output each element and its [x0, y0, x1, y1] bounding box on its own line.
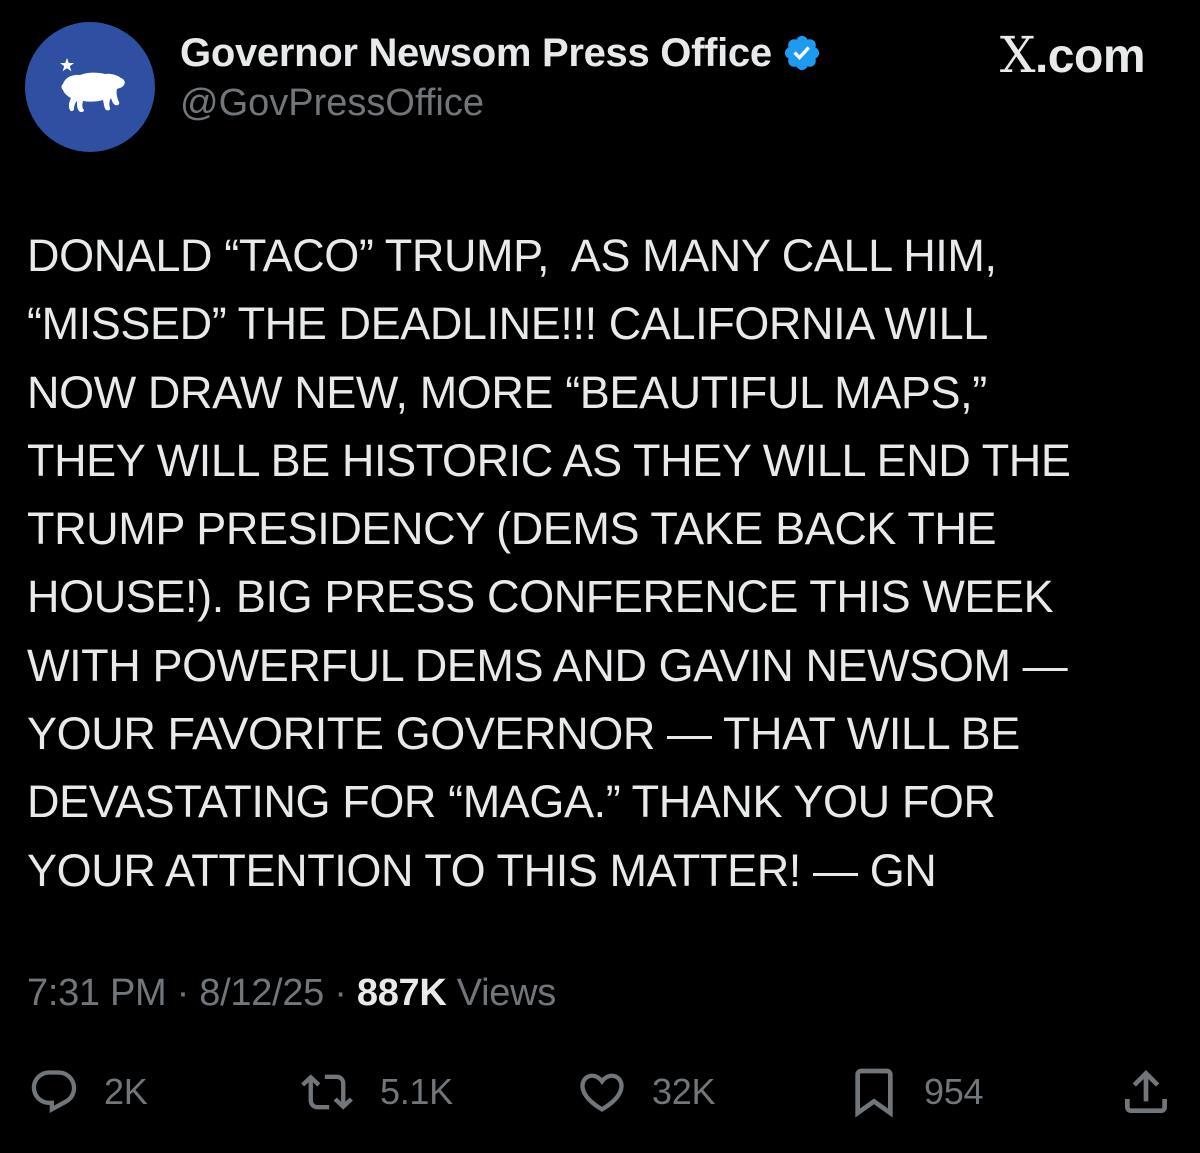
share-button[interactable] — [1118, 1060, 1174, 1124]
bear-shape — [61, 72, 125, 113]
tweet-line: NOW DRAW NEW, MORE “BEAUTIFUL MAPS,” — [27, 366, 987, 418]
tweet-date[interactable]: 8/12/25 — [199, 972, 324, 1014]
verified-badge-icon — [784, 35, 819, 71]
tweet-text: DONALD “TACO” TRUMP, AS MANY CALL HIM, “… — [27, 222, 1177, 905]
site-domain: .com — [1034, 30, 1146, 83]
site-watermark: X.com — [999, 26, 1146, 84]
bookmark-count: 954 — [924, 1071, 984, 1112]
tweet-meta: 7:31 PM · 8/12/25 · 887K Views — [27, 972, 556, 1015]
like-button[interactable]: 32K — [574, 1060, 715, 1124]
tweet-header: Governor Newsom Press Office @GovPressOf… — [25, 22, 1175, 152]
heart-icon — [580, 1073, 624, 1112]
views-count: 887K — [356, 972, 447, 1014]
meta-separator: · — [323, 972, 357, 1014]
share-icon — [1125, 1070, 1167, 1113]
repost-icon — [301, 1074, 353, 1110]
tweet-line: HOUSE!). BIG PRESS CONFERENCE THIS WEEK — [27, 571, 1054, 623]
reply-button[interactable]: 2K — [26, 1060, 148, 1124]
user-handle[interactable]: @GovPressOffice — [180, 82, 484, 125]
tweet-line: YOUR FAVORITE GOVERNOR — THAT WILL BE — [27, 708, 1020, 760]
x-logo-letter: X — [999, 26, 1036, 84]
tweet-line: DEVASTATING FOR “MAGA.” THANK YOU FOR — [27, 776, 996, 828]
tweet-line: YOUR ATTENTION TO THIS MATTER! — GN — [27, 844, 937, 896]
star-shape — [60, 58, 74, 72]
meta-separator: · — [166, 972, 200, 1014]
bookmark-button[interactable]: 954 — [846, 1060, 983, 1124]
avatar[interactable] — [25, 22, 155, 152]
tweet-line: TRUMP PRESIDENCY (DEMS TAKE BACK THE — [27, 503, 997, 555]
name-row: Governor Newsom Press Office — [180, 28, 822, 78]
like-count: 32K — [652, 1071, 716, 1112]
california-bear-flag-icon — [60, 58, 125, 113]
tweet-line: “MISSED” THE DEADLINE!!! CALIFORNIA WILL — [27, 298, 988, 350]
tweet-time[interactable]: 7:31 PM — [27, 972, 167, 1014]
action-bar: 2K 5.1K 32K 954 — [0, 1060, 1200, 1124]
repost-button[interactable]: 5.1K — [296, 1060, 453, 1124]
tweet-line: THEY WILL BE HISTORIC AS THEY WILL END T… — [27, 434, 1071, 486]
tweet-line: DONALD “TACO” TRUMP, AS MANY CALL HIM, — [27, 230, 997, 281]
views-label: Views — [446, 972, 556, 1014]
reply-count: 2K — [104, 1071, 148, 1112]
bookmark-icon — [855, 1068, 893, 1118]
tweet-line: WITH POWERFUL DEMS AND GAVIN NEWSOM — — [27, 639, 1068, 691]
display-name[interactable]: Governor Newsom Press Office — [180, 31, 772, 76]
repost-count: 5.1K — [380, 1071, 453, 1112]
reply-icon — [31, 1070, 77, 1114]
